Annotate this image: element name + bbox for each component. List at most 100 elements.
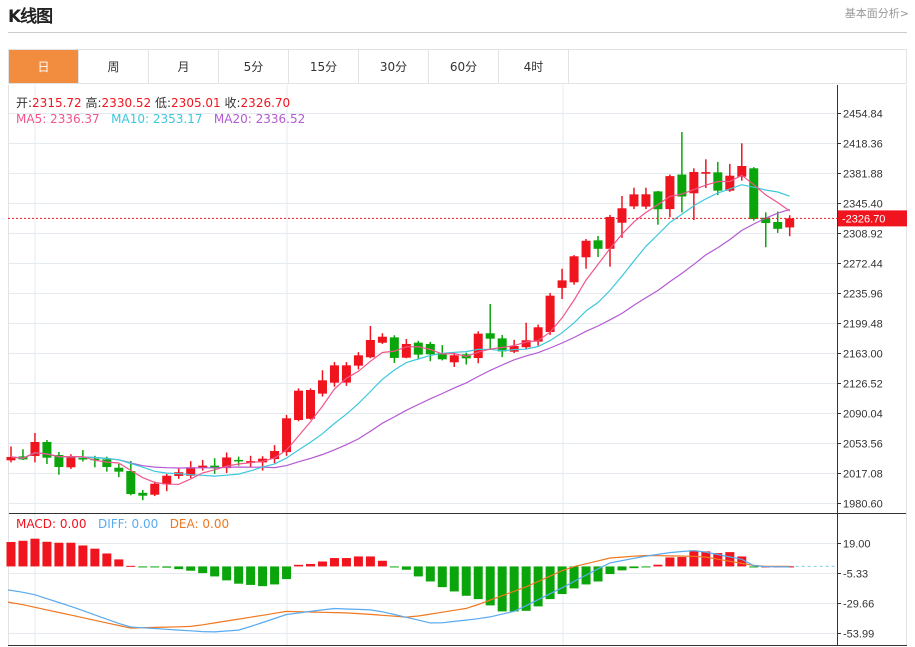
candle-body [42,441,52,458]
ma10-value: MA10: 2353.17 [111,112,203,126]
macd-tick-label: -29.66 [843,599,874,611]
macd-bar [210,566,220,577]
candle-body [617,208,627,223]
price-tick-label: 2345.40 [843,199,883,211]
macd-bar [306,563,315,567]
macd-bar [569,566,579,589]
candle-body [401,343,411,358]
macd-bar [653,564,663,567]
macd-tick-label: -53.99 [843,629,874,641]
macd-bar [437,566,447,588]
open-label: 开: [16,96,33,110]
candle-body [150,483,160,495]
macd-bar [282,566,292,580]
price-tick-label: 2090.04 [843,409,883,421]
open-value: 2315.72 [32,96,82,110]
macd-value: MACD: 0.00 [16,517,87,531]
price-tick-label: 2418.36 [843,139,883,151]
candle-body [473,333,483,359]
ma-info: MA5: 2336.37 MA10: 2353.17 MA20: 2336.52 [16,112,305,126]
macd-tick-label: 19.00 [843,539,871,551]
low-value: 2305.01 [171,96,221,110]
macd-bar [174,566,184,570]
candle-body [593,240,603,249]
candle-body [389,337,399,358]
macd-bar [317,561,327,567]
macd-bar [617,566,627,571]
candle-body [353,355,363,366]
macd-bar [461,566,471,596]
macd-bar [18,540,28,567]
macd-bar [353,556,363,567]
macd-bar [389,566,399,568]
price-tick-label: 1980.60 [843,499,883,511]
price-tick-label: 2053.56 [843,439,883,451]
macd-bar [533,566,543,607]
candle-body [377,336,387,343]
candle-body [138,492,148,496]
macd-bar [270,566,280,585]
price-tick-label: 2381.88 [843,169,883,181]
macd-bar [425,566,435,582]
candle-body [102,459,112,467]
candle-body [317,380,327,394]
candle-body [114,467,124,472]
ma5-line [10,174,791,485]
macd-bar [162,566,172,568]
candle-body [749,168,759,219]
candle-body [294,390,304,421]
diff-value: DIFF: 0.00 [98,517,159,531]
current-price-label: -2326.70 [842,213,885,225]
macd-bar [138,566,148,568]
price-tick-label: 2235.96 [843,289,883,301]
close-label: 收: [224,96,241,110]
macd-bar [497,566,507,612]
macd-bar [186,566,196,571]
macd-info: MACD: 0.00 DIFF: 0.00 DEA: 0.00 [16,517,229,531]
candle-body [365,340,375,358]
macd-bar [641,566,651,568]
candle-body [306,390,315,419]
candle-body [581,240,591,258]
candle-body [641,194,651,207]
candle-body [533,327,543,342]
macd-bar [749,566,759,568]
macd-bar [42,541,52,567]
candle-body [66,457,76,468]
ma5-value: MA5: 2336.37 [16,112,100,126]
candle-body [413,342,423,355]
price-tick-label: 2454.84 [843,109,883,121]
ma20-value: MA20: 2336.52 [213,112,306,126]
macd-bar [605,566,615,575]
ohlc-info: 开:2315.72 高:2330.52 低:2305.01 收:2326.70 [16,94,290,111]
candle-body [545,295,555,333]
macd-bar [689,550,699,567]
macd-bar [341,558,351,567]
price-tick-label: 2272.44 [843,259,883,271]
macd-bar [126,565,136,567]
low-label: 低: [155,96,172,110]
macd-bar [246,566,256,585]
candle-body [557,280,567,288]
macd-bar [66,542,76,567]
candle-body [773,221,783,229]
macd-bar [725,552,735,567]
macd-bar [102,553,112,567]
macd-bar [30,538,40,567]
macd-bar [198,566,208,574]
candle-body [785,218,795,228]
candle-body [497,338,507,352]
dea-value: DEA: 0.00 [169,517,230,531]
macd-bar [90,548,100,567]
macd-bar [473,566,483,600]
high-value: 2330.52 [101,96,152,110]
candle-body [162,475,172,485]
price-tick-label: 2308.92 [843,229,883,241]
macd-bar [6,542,16,567]
macd-bar [258,566,268,587]
macd-bar [377,560,387,567]
ma10-line [10,184,790,477]
candle-body [509,346,519,352]
macd-bar [234,566,244,584]
macd-bar [665,557,675,567]
